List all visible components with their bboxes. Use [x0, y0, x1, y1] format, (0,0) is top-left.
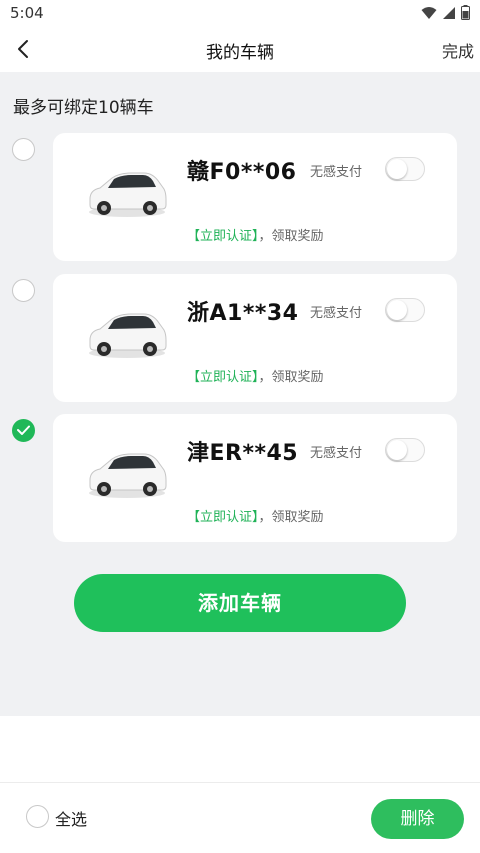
car-icon: [89, 453, 167, 498]
vehicle-select-radio[interactable]: [12, 138, 35, 161]
vehicle-row: 津ER**45 无感支付 【立即认证】，领取奖励: [0, 414, 480, 542]
nav-bar: 我的车辆 完成: [0, 26, 480, 72]
reward-text: ，领取奖励: [258, 370, 324, 385]
status-icons: [421, 5, 470, 20]
signal-icon: [443, 6, 455, 19]
auto-pay-toggle[interactable]: [385, 438, 425, 462]
bottom-action-bar: 全选 删除: [0, 782, 480, 853]
vehicle-select-radio[interactable]: [12, 419, 35, 442]
select-all-label[interactable]: 全选: [55, 806, 87, 830]
plate-number: 津ER**45: [187, 441, 299, 466]
plate-number: 浙A1**34: [187, 301, 299, 326]
check-icon: [17, 425, 30, 435]
toggle-knob: [387, 300, 407, 320]
verify-promo: 【立即认证】，领取奖励: [187, 506, 324, 525]
auto-pay-label: 无感支付: [310, 165, 363, 180]
add-vehicle-button[interactable]: 添加车辆: [74, 574, 406, 632]
page-title: 我的车辆: [206, 43, 274, 63]
toggle-knob: [387, 159, 407, 179]
auto-pay-label: 无感支付: [310, 306, 363, 321]
delete-button[interactable]: 删除: [371, 799, 464, 839]
vehicle-list-area: 最多可绑定10辆车 赣F0**06 无感支付 【立即认证】，领取奖励 浙A1**…: [0, 72, 480, 716]
status-time: 5:04: [10, 4, 44, 22]
auto-pay-toggle[interactable]: [385, 157, 425, 181]
vehicle-card[interactable]: 赣F0**06 无感支付 【立即认证】，领取奖励: [53, 133, 457, 261]
vehicle-card[interactable]: 浙A1**34 无感支付 【立即认证】，领取奖励: [53, 274, 457, 402]
plate-number: 赣F0**06: [187, 160, 297, 185]
battery-icon: [461, 5, 470, 20]
vehicle-row: 赣F0**06 无感支付 【立即认证】，领取奖励: [0, 133, 480, 261]
binding-limit-hint: 最多可绑定10辆车: [13, 98, 154, 118]
verify-link[interactable]: 【立即认证】: [187, 510, 259, 525]
verify-link[interactable]: 【立即认证】: [187, 229, 259, 244]
select-all-radio[interactable]: [26, 805, 49, 828]
auto-pay-toggle[interactable]: [385, 298, 425, 322]
status-bar: 5:04: [0, 0, 480, 26]
car-icon: [89, 313, 167, 358]
vehicle-select-radio[interactable]: [12, 279, 35, 302]
wifi-icon: [421, 6, 437, 19]
reward-text: ，领取奖励: [258, 229, 324, 244]
reward-text: ，领取奖励: [258, 510, 324, 525]
done-button[interactable]: 完成: [442, 38, 474, 62]
auto-pay-label: 无感支付: [310, 446, 363, 461]
verify-link[interactable]: 【立即认证】: [187, 370, 259, 385]
toggle-knob: [387, 440, 407, 460]
verify-promo: 【立即认证】，领取奖励: [187, 366, 324, 385]
vehicle-row: 浙A1**34 无感支付 【立即认证】，领取奖励: [0, 274, 480, 402]
vehicle-card[interactable]: 津ER**45 无感支付 【立即认证】，领取奖励: [53, 414, 457, 542]
verify-promo: 【立即认证】，领取奖励: [187, 225, 324, 244]
car-icon: [89, 172, 167, 217]
